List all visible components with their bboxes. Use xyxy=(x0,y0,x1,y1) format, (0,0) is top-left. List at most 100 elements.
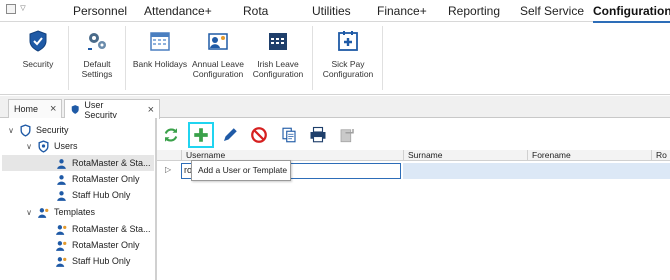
menu-configuration[interactable]: Configuration xyxy=(593,4,670,18)
irish-leave-button[interactable]: Irish Leave Configuration xyxy=(250,29,306,79)
users-shield-icon xyxy=(38,139,49,153)
printer-icon xyxy=(310,126,326,143)
menu-attendance[interactable]: Attendance+ xyxy=(144,4,212,18)
security-label: Security xyxy=(22,59,54,69)
menu-rota[interactable]: Rota xyxy=(243,4,268,18)
tab-user-security-label: User Security xyxy=(84,99,117,120)
ribbon: Security Default Settings Bank Holidays … xyxy=(0,23,670,95)
menu-reporting[interactable]: Reporting xyxy=(448,4,500,18)
tree-node-user-item[interactable]: Staff Hub Only xyxy=(55,187,130,203)
annual-leave-button[interactable]: Annual Leave Configuration xyxy=(190,29,246,79)
tree-node-user-item[interactable]: RotaMaster Only xyxy=(55,171,140,187)
copy-icon xyxy=(282,127,296,143)
add-user-tooltip: Add a User or Template xyxy=(191,160,291,181)
quick-access: ▽ xyxy=(6,4,28,14)
menu-bar: ▽ Personnel Attendance+ Rota Utilities F… xyxy=(0,0,670,23)
user-icon xyxy=(57,174,66,185)
irish-leave-label-1: Irish Leave xyxy=(257,59,299,69)
forename-cell[interactable] xyxy=(527,163,651,179)
user-icon xyxy=(57,190,66,201)
tree-label: Templates xyxy=(54,207,96,217)
pencil-icon xyxy=(224,128,237,141)
annual-leave-icon xyxy=(208,33,228,50)
column-surname[interactable]: Surname xyxy=(403,150,527,161)
refresh-button[interactable] xyxy=(160,124,182,146)
plus-icon xyxy=(194,128,208,142)
menu-personnel[interactable]: Personnel xyxy=(73,4,127,18)
menu-finance[interactable]: Finance+ xyxy=(377,4,427,18)
default-settings-label-2: Settings xyxy=(81,69,113,79)
divider xyxy=(125,26,126,90)
tab-user-security[interactable]: User Security × xyxy=(64,99,160,120)
surname-cell[interactable] xyxy=(403,163,527,179)
menu-utilities[interactable]: Utilities xyxy=(312,4,351,18)
annual-leave-label-1: Annual Leave xyxy=(192,59,244,69)
close-icon[interactable]: × xyxy=(50,103,56,115)
security-tree: ∨ Security ∨ Users RotaMaster & Sta... R… xyxy=(0,118,156,280)
template-icon xyxy=(38,207,49,218)
role-cell[interactable] xyxy=(651,163,670,179)
tree-label: Security xyxy=(36,125,69,135)
grid-toolbar xyxy=(157,120,670,150)
export-button[interactable] xyxy=(336,124,358,146)
tree-label: Users xyxy=(54,141,78,151)
tree-label: RotaMaster & Sta... xyxy=(72,224,151,234)
tree-label: Staff Hub Only xyxy=(72,256,131,266)
document-tabs: Home × User Security × xyxy=(0,96,670,120)
chevron-down-icon[interactable]: ∨ xyxy=(6,126,16,135)
tree-node-template-item[interactable]: RotaMaster & Sta... xyxy=(55,221,151,237)
default-settings-label-1: Default xyxy=(83,59,111,69)
sick-pay-label-1: Sick Pay xyxy=(331,59,365,69)
tree-label: RotaMaster Only xyxy=(72,174,140,184)
shield-icon xyxy=(20,123,31,137)
no-entry-icon xyxy=(251,127,267,143)
sick-pay-button[interactable]: Sick Pay Configuration xyxy=(320,29,376,79)
tree-label: Staff Hub Only xyxy=(72,190,131,200)
chevron-down-icon[interactable]: ∨ xyxy=(24,208,34,217)
export-icon xyxy=(340,129,354,143)
tree-node-template-item[interactable]: Staff Hub Only xyxy=(55,253,130,269)
user-shield-icon xyxy=(71,105,79,114)
bank-holidays-button[interactable]: Bank Holidays xyxy=(130,29,190,69)
tree-label: RotaMaster Only xyxy=(72,240,140,250)
calendar-icon xyxy=(150,32,170,51)
calendar-grid-icon xyxy=(269,33,287,50)
tree-node-security[interactable]: ∨ Security xyxy=(6,122,69,138)
row-indicator-icon: ▷ xyxy=(165,165,172,174)
window-icon[interactable] xyxy=(6,4,16,14)
copy-button[interactable] xyxy=(278,124,300,146)
chevron-down-icon[interactable]: ▽ xyxy=(18,4,28,14)
close-icon[interactable]: × xyxy=(148,104,154,116)
gears-icon xyxy=(88,33,106,50)
delete-button[interactable] xyxy=(248,124,270,146)
security-button[interactable]: Security xyxy=(18,29,58,69)
divider xyxy=(68,26,69,90)
tree-node-users[interactable]: ∨ Users xyxy=(24,138,78,154)
default-settings-button[interactable]: Default Settings xyxy=(74,29,120,79)
sick-pay-label-2: Configuration xyxy=(322,69,374,79)
add-user-button[interactable] xyxy=(188,122,214,148)
tree-node-templates[interactable]: ∨ Templates xyxy=(24,204,95,220)
refresh-icon xyxy=(164,128,178,142)
tree-node-user-item[interactable]: RotaMaster & Sta... xyxy=(2,155,154,171)
edit-button[interactable] xyxy=(219,124,241,146)
tab-home-label: Home xyxy=(14,104,39,114)
column-role[interactable]: Ro xyxy=(651,150,670,161)
tree-node-template-item[interactable]: RotaMaster Only xyxy=(55,237,140,253)
template-icon xyxy=(56,224,67,235)
tab-home[interactable]: Home × xyxy=(8,99,62,118)
user-icon xyxy=(57,158,66,169)
column-forename[interactable]: Forename xyxy=(527,150,651,161)
bank-holidays-label: Bank Holidays xyxy=(132,59,188,69)
chevron-down-icon[interactable]: ∨ xyxy=(24,142,34,151)
menu-self-service[interactable]: Self Service xyxy=(520,4,584,18)
divider xyxy=(382,26,383,90)
divider xyxy=(312,26,313,90)
shield-icon xyxy=(29,30,47,52)
medical-calendar-icon xyxy=(338,31,358,51)
template-icon xyxy=(56,256,67,267)
template-icon xyxy=(56,240,67,251)
tree-label: RotaMaster & Sta... xyxy=(72,158,151,168)
irish-leave-label-2: Configuration xyxy=(252,69,304,79)
print-button[interactable] xyxy=(307,124,329,146)
